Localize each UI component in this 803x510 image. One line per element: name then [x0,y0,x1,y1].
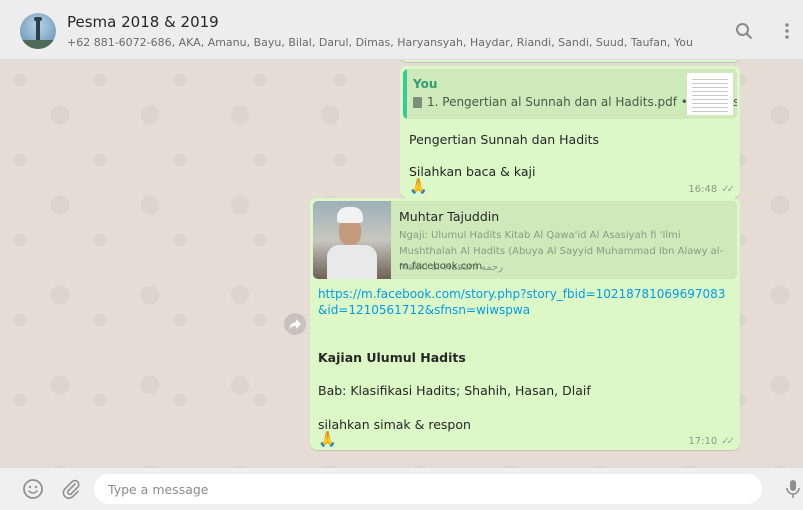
pray-emoji: 🙏 [409,177,428,195]
forward-button[interactable] [284,313,306,335]
message-time-text: 16:48 [688,184,718,195]
link-preview-title: Muhtar Tajuddin [399,209,500,224]
chat-header[interactable]: Pesma 2018 & 2019 +62 881-6072-686, AKA,… [0,0,803,60]
microphone-icon[interactable] [782,478,803,500]
quoted-author: You [413,77,438,91]
emoji-icon[interactable] [22,478,44,500]
document-thumbnail [687,73,733,115]
message-line: Silahkan baca & kaji [409,164,536,179]
link-preview-domain: m.facebook.com [399,261,483,272]
message-heading: Kajian Ulumul Hadits [318,350,466,365]
message-line: Pengertian Sunnah dan Hadits [409,132,600,147]
message-line: silahkan simak & respon [318,417,471,432]
message-time-text: 17:10 [688,436,718,447]
link-preview-thumbnail [313,201,391,279]
link-preview-card[interactable]: Muhtar Tajuddin Ngaji: Ulumul Hadits Kit… [313,201,737,279]
search-icon[interactable] [735,22,753,40]
composer-bar [0,468,803,510]
message-link[interactable]: https://m.facebook.com/story.php?story_f… [318,286,734,318]
message-input[interactable] [94,474,762,504]
read-ticks-icon: ✓✓ [721,436,735,447]
menu-icon[interactable] [783,22,791,40]
thumbnail-shirt [327,245,377,279]
quote-accent-bar [403,69,407,119]
forward-icon [289,318,301,330]
quoted-document[interactable]: You 1. Pengertian al Sunnah dan al Hadit… [403,69,737,119]
outgoing-message-2[interactable]: Muhtar Tajuddin Ngaji: Ulumul Hadits Kit… [310,198,740,450]
thumbnail-cap [337,207,363,223]
message-time: 17:10 ✓✓ [688,436,735,447]
outgoing-message-1[interactable]: You 1. Pengertian al Sunnah dan al Hadit… [400,66,740,198]
message-time: 16:48 ✓✓ [688,184,735,195]
document-icon [413,97,422,108]
group-avatar[interactable] [20,13,56,49]
chat-participants: +62 881-6072-686, AKA, Amanu, Bayu, Bila… [67,36,693,49]
chat-messages-area[interactable]: You 1. Pengertian al Sunnah dan al Hadit… [0,60,803,468]
message-line: Bab: Klasifikasi Hadits; Shahih, Hasan, … [318,383,591,398]
previous-message-bubble [400,60,740,62]
avatar-ground [20,40,56,49]
attach-icon[interactable] [60,478,82,500]
chat-title[interactable]: Pesma 2018 & 2019 [67,13,219,31]
read-ticks-icon: ✓✓ [721,184,735,195]
pray-emoji: 🙏 [318,430,337,448]
avatar-tower [36,18,40,42]
